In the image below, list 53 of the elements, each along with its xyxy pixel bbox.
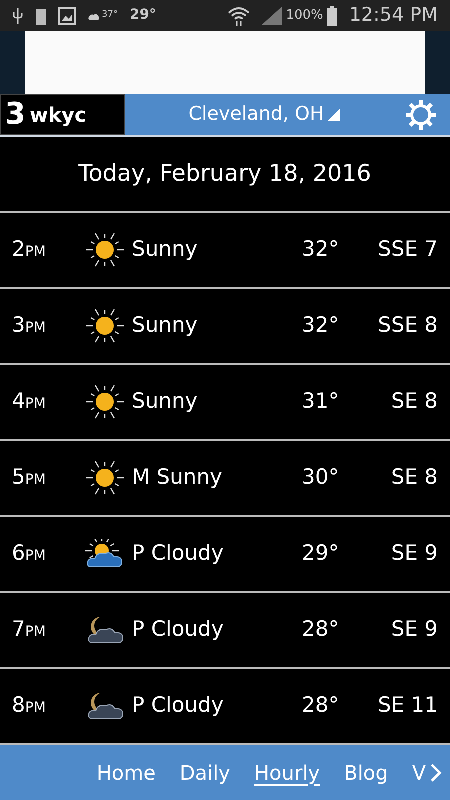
hour-label: 2 PM bbox=[12, 236, 47, 264]
hour-label: 6PM bbox=[12, 540, 47, 568]
dropdown-icon bbox=[328, 108, 340, 120]
nav-tab[interactable]: Hourly bbox=[254, 758, 320, 788]
battery-icon bbox=[36, 6, 46, 24]
wifi-icon bbox=[228, 6, 250, 26]
battery-percent: 100% bbox=[286, 6, 324, 25]
cloud-icon bbox=[88, 12, 100, 22]
sun-cloud-icon bbox=[85, 539, 125, 569]
nav-tab[interactable]: V bbox=[412, 758, 426, 788]
hour-label: 7 PM bbox=[12, 616, 47, 644]
temperature-label: 31° bbox=[302, 388, 340, 416]
temperature-label: 32° bbox=[302, 236, 340, 264]
temperature: 29° bbox=[130, 6, 156, 25]
temperature-label: 29° bbox=[302, 540, 340, 568]
hour-label: 3PM bbox=[12, 312, 47, 340]
battery-icon bbox=[327, 6, 338, 26]
wind-label: SSE 8 bbox=[377, 312, 438, 340]
usb-icon bbox=[12, 6, 24, 24]
nav-tab[interactable]: Blog bbox=[344, 758, 388, 788]
condition-label: P Cloudy bbox=[132, 616, 225, 644]
hour-label: 5 PM bbox=[12, 464, 47, 492]
condition-label: Sunny bbox=[132, 236, 199, 264]
hour-label: 8PM bbox=[12, 692, 47, 720]
wind-label: SE 9 bbox=[390, 616, 438, 644]
nav-tab[interactable]: Home bbox=[96, 758, 156, 788]
settings-icon[interactable] bbox=[404, 98, 438, 132]
condition-label: Sunny bbox=[132, 388, 199, 416]
wind-label: SE 8 bbox=[390, 464, 438, 492]
wind-label: SE 8 bbox=[390, 388, 438, 416]
logo-text: wkyc bbox=[30, 104, 87, 124]
logo[interactable]: 3 wkyc bbox=[0, 94, 125, 135]
temperature-label: 30° bbox=[302, 464, 340, 492]
image-icon bbox=[58, 6, 76, 24]
chevron-right-icon[interactable] bbox=[430, 762, 442, 782]
date-heading: Today, February 18, 2016 bbox=[78, 160, 372, 189]
condition-label: Sunny bbox=[132, 312, 199, 340]
condition-label: P Cloudy bbox=[132, 692, 225, 720]
wind-label: SE 9 bbox=[390, 540, 438, 568]
condition-label: P Cloudy bbox=[132, 540, 225, 568]
weather-temp: 37° bbox=[102, 8, 118, 22]
temperature-label: 32° bbox=[302, 312, 340, 340]
wind-label: SSE 7 bbox=[377, 236, 438, 264]
signal-icon bbox=[262, 6, 282, 24]
location-dropdown[interactable]: Cleveland, OH bbox=[125, 100, 404, 129]
logo-number: 3 bbox=[5, 100, 26, 130]
nav-tab[interactable]: Daily bbox=[180, 758, 231, 788]
hour-label: 4PM bbox=[12, 388, 47, 416]
wind-label: SE 11 bbox=[377, 692, 438, 720]
clock: 12:54 PM bbox=[349, 3, 438, 28]
temperature-label: 28° bbox=[302, 692, 340, 720]
condition-label: M Sunny bbox=[132, 464, 224, 492]
temperature-label: 28° bbox=[302, 616, 340, 644]
